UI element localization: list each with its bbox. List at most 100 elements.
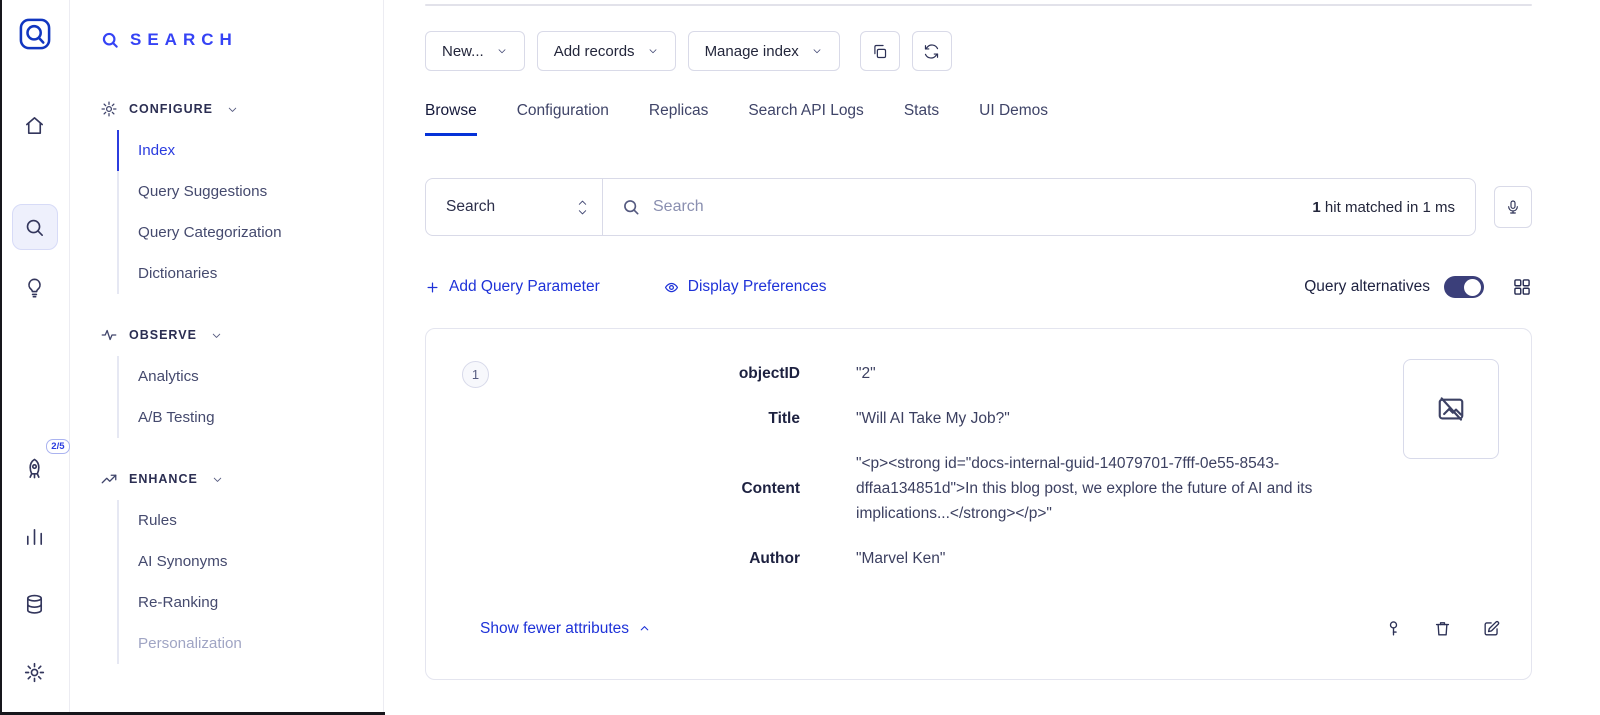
api-key-button[interactable] — [1384, 619, 1403, 638]
query-controls: Add Query Parameter Display Preferences … — [425, 276, 1532, 298]
search-stats: 1 hit matched in 1 ms — [1312, 199, 1475, 216]
sidebar-item-query-categorization[interactable]: Query Categorization — [117, 212, 383, 253]
result-card-footer: Show fewer attributes — [456, 619, 1501, 638]
microphone-icon — [1505, 199, 1521, 215]
field-row-content: Content "<p><strong id="docs-internal-gu… — [560, 451, 1490, 526]
field-value: "2" — [856, 361, 876, 386]
sidebar-item-index[interactable]: Index — [117, 130, 383, 171]
result-rank-badge: 1 — [462, 361, 489, 388]
refresh-icon — [923, 43, 940, 60]
hit-count: 1 — [1312, 199, 1320, 216]
result-fields: objectID "2" Title "Will AI Take My Job?… — [560, 361, 1490, 571]
refresh-button[interactable] — [912, 31, 952, 71]
algolia-dashboard: 2/5 SEARCH CONFIGURE Index Query Suggest… — [0, 0, 1600, 715]
edit-pencil-icon — [1482, 619, 1501, 638]
search-row: Search 1 hit matched in 1 ms — [425, 178, 1532, 236]
rocket-icon[interactable]: 2/5 — [12, 445, 58, 491]
database-icon[interactable] — [12, 581, 58, 627]
tab-configuration[interactable]: Configuration — [517, 102, 609, 136]
add-query-parameter-label: Add Query Parameter — [449, 278, 600, 296]
show-fewer-label: Show fewer attributes — [480, 620, 629, 638]
sidebar-item-analytics[interactable]: Analytics — [117, 356, 383, 397]
chevron-up-icon — [577, 199, 588, 206]
new-dropdown-button[interactable]: New... — [425, 31, 525, 71]
show-fewer-attributes-link[interactable]: Show fewer attributes — [480, 620, 651, 638]
image-off-icon — [1436, 394, 1466, 424]
field-label: objectID — [560, 365, 800, 383]
section-label: OBSERVE — [129, 328, 197, 342]
sidebar-item-re-ranking[interactable]: Re-Ranking — [117, 582, 383, 623]
display-preferences-link[interactable]: Display Preferences — [664, 278, 827, 296]
field-label: Title — [560, 410, 800, 428]
home-icon[interactable] — [12, 102, 58, 148]
add-records-dropdown-button[interactable]: Add records — [537, 31, 676, 71]
search-icon — [621, 197, 641, 217]
section-items: Index Query Suggestions Query Categoriza… — [117, 130, 383, 294]
image-placeholder — [1403, 359, 1499, 459]
search-input[interactable] — [641, 198, 1312, 216]
trend-up-icon — [100, 470, 118, 488]
plan-usage-badge: 2/5 — [46, 439, 69, 454]
settings-gear-icon[interactable] — [12, 649, 58, 695]
section-label: CONFIGURE — [129, 102, 213, 116]
search-bar: Search 1 hit matched in 1 ms — [425, 178, 1476, 236]
gear-icon — [100, 100, 118, 118]
add-records-label: Add records — [554, 43, 635, 60]
search-type-label: Search — [446, 198, 495, 216]
record-action-icons — [1384, 619, 1501, 638]
search-logo-icon — [100, 30, 120, 50]
chevron-down-icon — [210, 329, 223, 342]
sidebar-section-observe: OBSERVE Analytics A/B Testing — [100, 326, 383, 438]
index-tabs: Browse Configuration Replicas Search API… — [425, 102, 1532, 136]
search-product-logo[interactable]: SEARCH — [100, 30, 383, 50]
toggle-knob — [1464, 279, 1481, 296]
chevron-down-icon — [577, 209, 588, 216]
sidebar-item-rules[interactable]: Rules — [117, 500, 383, 541]
query-alternatives-toggle[interactable] — [1444, 276, 1484, 298]
delete-record-button[interactable] — [1433, 619, 1452, 638]
voice-search-button[interactable] — [1494, 186, 1532, 228]
hit-time: 1 ms — [1422, 199, 1455, 216]
sidebar-item-query-suggestions[interactable]: Query Suggestions — [117, 171, 383, 212]
sidebar: SEARCH CONFIGURE Index Query Suggestions… — [70, 0, 384, 715]
index-toolbar: New... Add records Manage index — [425, 31, 1532, 71]
tab-replicas[interactable]: Replicas — [649, 102, 708, 136]
hit-text: hit matched in — [1321, 199, 1423, 216]
lightbulb-icon[interactable] — [12, 264, 58, 310]
algolia-logo-icon[interactable] — [17, 16, 53, 52]
field-value: "Will AI Take My Job?" — [856, 406, 1010, 431]
section-label: ENHANCE — [129, 472, 198, 486]
search-type-select[interactable]: Search — [426, 179, 602, 235]
new-button-label: New... — [442, 43, 484, 60]
tab-ui-demos[interactable]: UI Demos — [979, 102, 1048, 136]
manage-index-label: Manage index — [705, 43, 799, 60]
pulse-icon — [100, 326, 118, 344]
search-divider — [602, 179, 603, 235]
chevron-down-icon — [647, 45, 659, 57]
main-content: New... Add records Manage index Browse C… — [384, 0, 1600, 715]
controls-right: Query alternatives — [1304, 276, 1532, 298]
sidebar-item-ai-synonyms[interactable]: AI Synonyms — [117, 541, 383, 582]
search-nav-icon[interactable] — [12, 204, 58, 250]
manage-index-dropdown-button[interactable]: Manage index — [688, 31, 840, 71]
query-alternatives-label: Query alternatives — [1304, 278, 1430, 296]
section-header-configure[interactable]: CONFIGURE — [100, 100, 383, 118]
tab-stats[interactable]: Stats — [904, 102, 939, 136]
sidebar-item-dictionaries[interactable]: Dictionaries — [117, 253, 383, 294]
chevron-down-icon — [211, 473, 224, 486]
edit-record-button[interactable] — [1482, 619, 1501, 638]
bar-chart-icon[interactable] — [12, 513, 58, 559]
copy-index-button[interactable] — [860, 31, 900, 71]
top-divider — [425, 4, 1532, 6]
chevron-down-icon — [811, 45, 823, 57]
grid-view-button[interactable] — [1512, 277, 1532, 297]
tab-search-api-logs[interactable]: Search API Logs — [748, 102, 863, 136]
section-items: Rules AI Synonyms Re-Ranking Personaliza… — [117, 500, 383, 664]
sidebar-section-enhance: ENHANCE Rules AI Synonyms Re-Ranking Per… — [100, 470, 383, 664]
add-query-parameter-link[interactable]: Add Query Parameter — [425, 278, 600, 296]
section-header-enhance[interactable]: ENHANCE — [100, 470, 383, 488]
sidebar-item-ab-testing[interactable]: A/B Testing — [117, 397, 383, 438]
sidebar-item-personalization[interactable]: Personalization — [117, 623, 383, 664]
section-header-observe[interactable]: OBSERVE — [100, 326, 383, 344]
tab-browse[interactable]: Browse — [425, 102, 477, 136]
